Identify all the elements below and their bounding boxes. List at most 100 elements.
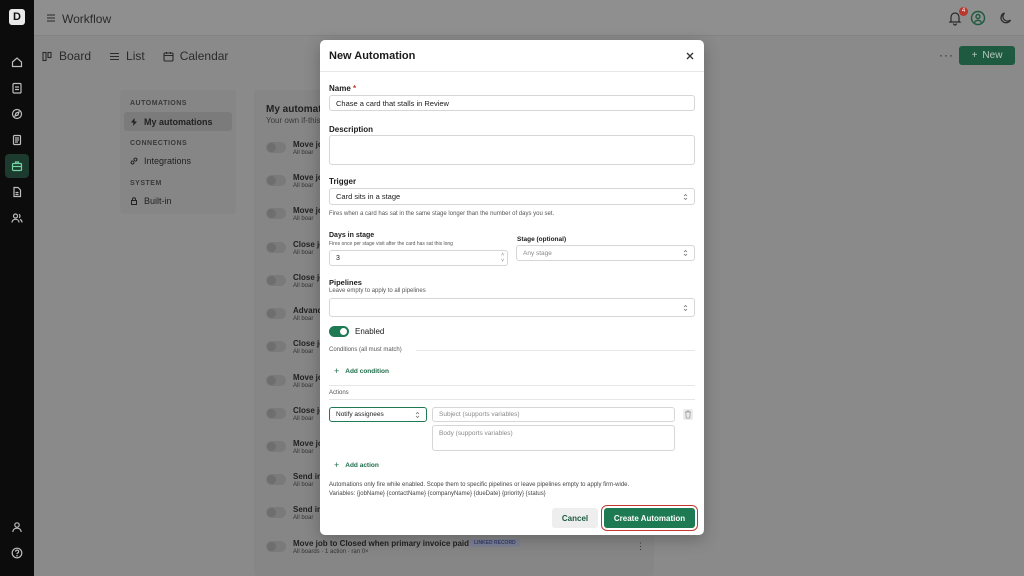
row-name: Move jo (293, 206, 323, 215)
divider (329, 385, 695, 386)
kebab-icon[interactable]: ⋮ (636, 541, 645, 552)
tab-board[interactable]: Board (42, 49, 91, 63)
conditions-label: Conditions (all must match) (329, 347, 402, 353)
row-toggle[interactable] (266, 242, 286, 253)
home-icon[interactable] (11, 56, 23, 68)
pipelines-hint: Leave empty to apply to all pipelines (329, 288, 426, 294)
row-toggle[interactable] (266, 341, 286, 352)
pipelines-label: Pipelines (329, 278, 362, 287)
new-automation-dialog: New Automation Name * Chase a card that … (320, 40, 704, 535)
help-footnote: Automations only fire while enabled. Sco… (329, 481, 695, 499)
subnav-integrations-label: Integrations (144, 155, 192, 166)
system-heading: SYSTEM (130, 180, 162, 187)
help-icon[interactable] (11, 547, 23, 559)
trigger-label: Trigger (329, 177, 357, 186)
app-rail: D (0, 0, 34, 576)
pipelines-select[interactable] (329, 298, 695, 317)
row-meta: All boards · 1 action · ran 0× (293, 549, 369, 555)
trigger-hint: Fires when a card has sat in the same st… (329, 211, 555, 217)
trigger-select[interactable]: Card sits in a stage (329, 188, 695, 205)
close-icon[interactable] (685, 51, 695, 61)
row-toggle[interactable] (266, 408, 286, 419)
row-toggle[interactable] (266, 275, 286, 286)
description-field[interactable] (329, 135, 695, 165)
add-action-label: Add action (345, 461, 379, 469)
row-toggle[interactable] (266, 507, 286, 518)
create-automation-button[interactable]: Create Automation (604, 508, 695, 528)
users-icon[interactable] (11, 212, 23, 224)
linked-record-badge: LINKED RECORD (470, 539, 520, 547)
tab-list[interactable]: List (109, 49, 145, 63)
enabled-toggle[interactable] (329, 326, 349, 337)
stepper-arrows-icon[interactable]: ˄ ˅ (501, 252, 504, 264)
app-title: Workflow (62, 12, 112, 26)
row-name: Move job to Closed when primary invoice … (293, 539, 470, 548)
automations-heading: AUTOMATIONS (130, 100, 187, 107)
name-field[interactable]: Chase a card that stalls in Review (329, 95, 695, 111)
row-toggle[interactable] (266, 441, 286, 452)
stage-placeholder: Any stage (523, 249, 552, 257)
trash-icon[interactable] (683, 409, 693, 420)
list-item[interactable]: Move job to Closed when primary invoice … (266, 535, 646, 563)
row-name: Advanc (293, 306, 322, 315)
row-meta: All boar (293, 316, 314, 322)
avatar[interactable] (970, 10, 986, 26)
add-condition-button[interactable]: + Add condition (334, 366, 389, 376)
tab-calendar[interactable]: Calendar (163, 49, 228, 63)
file-icon[interactable] (11, 186, 23, 198)
lock-icon (131, 196, 137, 205)
row-meta: All boar (293, 216, 314, 222)
document-icon[interactable] (11, 134, 23, 146)
name-label-text: Name (329, 84, 351, 93)
row-name: Move jo (293, 173, 323, 182)
enabled-label: Enabled (355, 327, 385, 336)
subnav-builtin[interactable]: Built-in (124, 191, 232, 210)
row-meta: All boar (293, 183, 314, 189)
row-name: Move jo (293, 439, 323, 448)
compass-icon[interactable] (11, 108, 23, 120)
stage-select[interactable]: Any stage (516, 245, 695, 261)
footnote-scope: Automations only fire while enabled. Sco… (329, 482, 630, 488)
row-toggle[interactable] (266, 308, 286, 319)
clipboard-icon[interactable] (11, 82, 23, 94)
automations-subnav: AUTOMATIONS My automations CONNECTIONS I… (120, 90, 236, 214)
lightning-icon (131, 117, 137, 126)
dialog-header: New Automation (320, 40, 704, 72)
user-icon[interactable] (11, 521, 23, 533)
top-bar: Workflow 4 (34, 0, 1024, 36)
tab-list-label: List (126, 49, 145, 63)
row-toggle[interactable] (266, 375, 286, 386)
connections-heading: CONNECTIONS (130, 140, 188, 147)
row-name: Move jo (293, 140, 323, 149)
divider (416, 350, 695, 351)
days-in-stage-stepper[interactable]: 3 ˄ ˅ (329, 250, 508, 266)
row-toggle[interactable] (266, 142, 286, 153)
row-meta: All boar (293, 250, 314, 256)
cancel-button[interactable]: Cancel (552, 508, 598, 528)
row-toggle[interactable] (266, 175, 286, 186)
briefcase-icon[interactable] (11, 160, 23, 172)
subnav-my-automations[interactable]: My automations (124, 112, 232, 131)
select-chevron-icon (683, 304, 688, 311)
select-chevron-icon (683, 193, 688, 200)
body-field[interactable]: Body (supports variables) (432, 425, 675, 451)
row-toggle[interactable] (266, 474, 286, 485)
app-logo[interactable]: D (9, 9, 25, 25)
board-icon (42, 51, 52, 61)
actions-label: Actions (329, 390, 349, 396)
moon-icon[interactable] (998, 10, 1014, 26)
more-options-icon[interactable]: ··· (939, 48, 954, 62)
subnav-integrations[interactable]: Integrations (124, 151, 232, 170)
row-toggle[interactable] (266, 208, 286, 219)
action-type-select[interactable]: Notify assignees (329, 407, 427, 422)
subject-field[interactable]: Subject (supports variables) (432, 407, 675, 422)
menu-icon[interactable] (46, 12, 56, 22)
add-action-button[interactable]: + Add action (334, 460, 379, 470)
row-meta: All boar (293, 349, 314, 355)
subnav-builtin-label: Built-in (144, 195, 172, 206)
new-button[interactable]: + New (959, 46, 1015, 65)
dialog-title: New Automation (329, 50, 416, 62)
row-toggle[interactable] (266, 541, 286, 552)
tab-board-label: Board (59, 49, 92, 63)
required-marker: * (353, 84, 357, 93)
